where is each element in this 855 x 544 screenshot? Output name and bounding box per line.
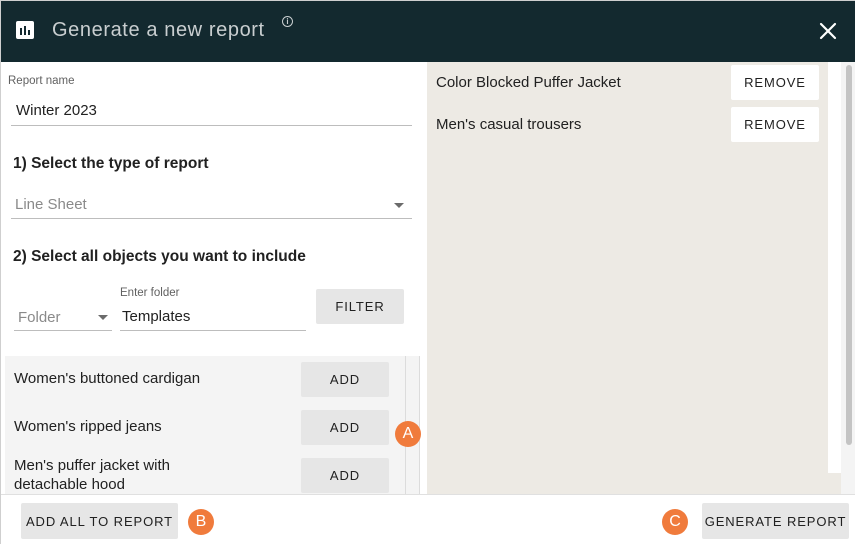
folder-input-underline (120, 330, 306, 331)
close-icon[interactable] (816, 19, 840, 43)
filter-button[interactable]: FILTER (316, 289, 404, 324)
add-button[interactable]: ADD (301, 410, 389, 445)
remove-button[interactable]: REMOVE (731, 107, 819, 142)
chevron-down-icon[interactable] (98, 315, 108, 320)
selected-list-scroll-gutter (828, 62, 841, 473)
folder-input[interactable]: Templates (122, 308, 190, 325)
report-name-underline (11, 125, 412, 126)
annotation-badge-c: C (662, 509, 688, 535)
available-objects-list[interactable]: Women's buttoned cardigan ADD Women's ri… (5, 356, 419, 494)
annotation-badge-a: A (395, 421, 421, 447)
list-item-label: Women's ripped jeans (14, 418, 162, 435)
dialog-footer: ADD ALL TO REPORT GENERATE REPORT (1, 494, 855, 544)
remove-button[interactable]: REMOVE (731, 65, 819, 100)
add-button[interactable]: ADD (301, 362, 389, 397)
selected-objects-panel: Color Blocked Puffer Jacket REMOVE Men's… (427, 62, 855, 494)
add-all-button[interactable]: ADD ALL TO REPORT (21, 503, 178, 539)
selected-item-label: Color Blocked Puffer Jacket (436, 74, 621, 91)
dialog-header: Generate a new report i (1, 1, 855, 62)
folder-select[interactable]: Folder (18, 309, 61, 326)
bar-chart-icon (16, 21, 34, 39)
report-type-select[interactable]: Line Sheet (15, 196, 87, 213)
dialog-title: Generate a new report (52, 19, 265, 41)
list-item-label: Women's buttoned cardigan (14, 370, 201, 387)
chevron-down-icon[interactable] (394, 203, 404, 208)
report-name-label: Report name (8, 75, 75, 87)
report-name-input[interactable]: Winter 2023 (16, 102, 97, 119)
selected-list-scrollbar-thumb[interactable] (846, 65, 852, 445)
report-type-underline (11, 218, 412, 219)
selected-item-label: Men's casual trousers (436, 116, 582, 133)
info-icon[interactable]: i (282, 16, 293, 27)
add-button[interactable]: ADD (301, 458, 389, 493)
section-report-type-title: 1) Select the type of report (13, 155, 209, 172)
report-dialog: Generate a new report i Report name Wint… (0, 0, 855, 544)
annotation-badge-b: B (188, 509, 214, 535)
folder-select-underline (14, 330, 112, 331)
folder-input-label: Enter folder (120, 287, 180, 299)
section-objects-title: 2) Select all objects you want to includ… (13, 248, 306, 265)
list-scrollbar-edge (419, 356, 420, 494)
generate-report-button[interactable]: GENERATE REPORT (702, 503, 849, 539)
object-selection-panel: Report name Winter 2023 1) Select the ty… (1, 62, 426, 494)
list-item-label: Men's puffer jacket with detachable hood (14, 457, 170, 493)
